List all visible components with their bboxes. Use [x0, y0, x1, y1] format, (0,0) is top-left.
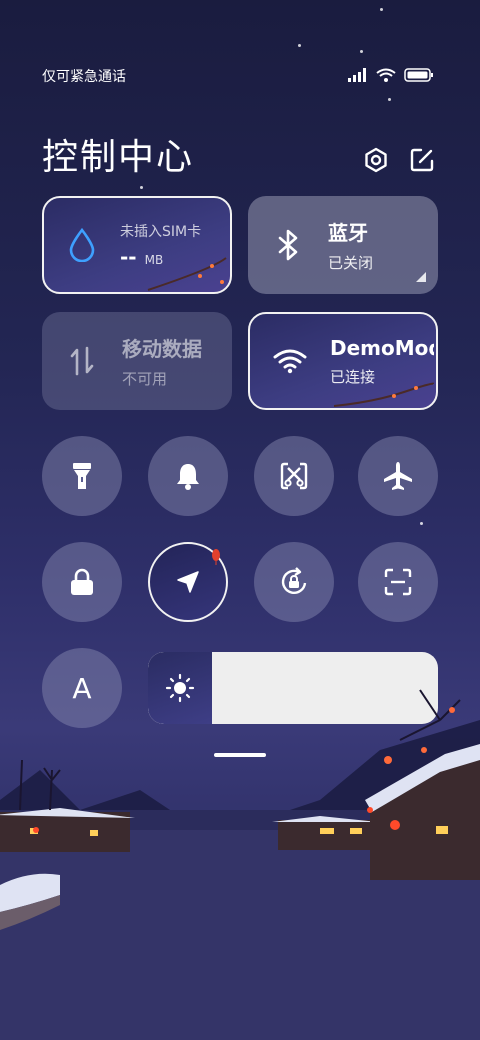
flashlight-icon: [73, 463, 91, 489]
mobile-data-status: 不可用: [122, 370, 168, 388]
bell-icon: [177, 464, 199, 490]
data-transfer-icon: [42, 346, 122, 376]
wifi-network-name: DemoMod: [330, 335, 434, 360]
page-title: 控制中心: [42, 137, 195, 178]
rotation-lock-button[interactable]: [254, 542, 334, 622]
bluetooth-title: 蓝牙: [328, 221, 368, 245]
wifi-status-icon: [376, 68, 396, 82]
lock-screen-button[interactable]: [42, 542, 122, 622]
location-button[interactable]: [148, 542, 228, 622]
sound-button[interactable]: [148, 436, 228, 516]
data-usage-title: 未插入SIM卡: [120, 224, 202, 240]
scanner-button[interactable]: [358, 542, 438, 622]
bluetooth-tile[interactable]: 蓝牙 已关闭: [248, 196, 438, 294]
screenshot-button[interactable]: [254, 436, 334, 516]
scan-icon: [384, 568, 412, 596]
flashlight-button[interactable]: [42, 436, 122, 516]
bluetooth-icon: [248, 229, 328, 261]
airplane-mode-button[interactable]: [358, 436, 438, 516]
mobile-data-tile[interactable]: 移动数据 不可用: [42, 312, 232, 410]
bluetooth-status: 已关闭: [328, 254, 374, 272]
rotation-lock-icon: [281, 567, 307, 595]
airplane-icon: [384, 462, 412, 490]
screenshot-icon: [280, 462, 308, 490]
data-usage-value: --: [120, 245, 137, 269]
status-icons: [348, 66, 434, 84]
lock-icon: [71, 568, 93, 595]
lantern-decoration: [212, 549, 220, 565]
edit-button[interactable]: [408, 146, 436, 174]
branch-decoration: [334, 382, 434, 407]
night-village-background: [0, 689, 480, 1040]
branch-decoration: [147, 257, 227, 291]
wifi-tile[interactable]: DemoMod 已连接: [248, 312, 438, 410]
status-carrier-text: 仅可紧急通话: [42, 69, 126, 85]
mobile-data-title: 移动数据: [122, 337, 202, 361]
data-usage-tile[interactable]: 未插入SIM卡 -- MB: [42, 196, 232, 294]
settings-button[interactable]: [362, 146, 390, 174]
signal-icon: [348, 68, 366, 82]
gear-icon: [365, 147, 387, 173]
edit-icon: [410, 148, 434, 172]
expand-corner-icon: [416, 272, 426, 282]
water-drop-icon: [44, 228, 120, 262]
battery-icon: [404, 68, 433, 82]
wifi-icon: [250, 348, 330, 374]
location-icon: [177, 571, 199, 593]
